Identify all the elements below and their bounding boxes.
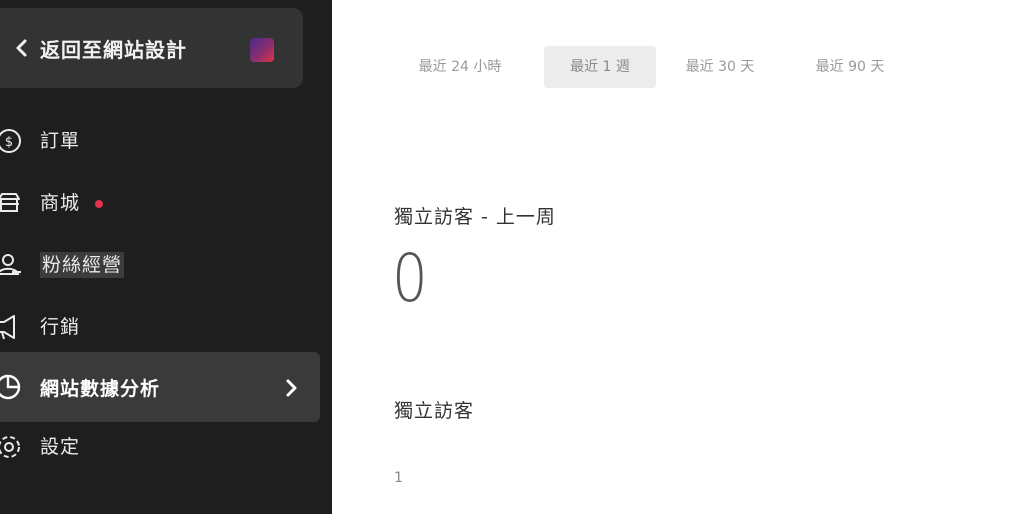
tab-last-24-hours[interactable]: 最近 24 小時 xyxy=(400,46,520,88)
sidebar-item-label: 行銷 xyxy=(40,316,81,338)
svg-text:$: $ xyxy=(5,135,13,150)
unique-visitors-previous-label: 獨立訪客 - 上一周 xyxy=(394,206,556,228)
date-range-tabs: 最近 24 小時 最近 1 週 最近 30 天 最近 90 天 xyxy=(332,46,1032,88)
sidebar-item-marketing[interactable]: 行銷 xyxy=(0,294,320,358)
sidebar-item-label: 粉絲經營 xyxy=(40,250,125,278)
sidebar-item-orders[interactable]: $ 訂單 xyxy=(0,108,320,172)
sidebar-item-label: 網站數據分析 xyxy=(40,378,161,400)
analytics-main: 最近 24 小時 最近 1 週 最近 30 天 最近 90 天 獨立訪客 - 上… xyxy=(332,0,1032,514)
back-to-site-design-button[interactable]: 返回至網站設計 xyxy=(0,8,303,88)
sidebar-item-label: 商城 xyxy=(40,192,81,214)
tab-last-30-days[interactable]: 最近 30 天 xyxy=(670,46,770,88)
sidebar-item-settings[interactable]: 設定 xyxy=(0,414,320,478)
sidebar-item-store[interactable]: 商城 xyxy=(0,170,320,234)
sidebar-item-label-text: 粉絲經營 xyxy=(40,252,125,278)
gear-icon xyxy=(0,436,20,458)
chevron-left-icon xyxy=(16,39,27,57)
notification-dot xyxy=(95,200,103,208)
user-group-icon xyxy=(0,254,21,275)
sidebar-item-fans[interactable]: 粉絲經營 xyxy=(0,232,320,296)
store-icon xyxy=(0,193,20,212)
megaphone-icon xyxy=(0,315,15,340)
tab-last-90-days[interactable]: 最近 90 天 xyxy=(800,46,900,88)
sidebar: 返回至網站設計 $ 訂單 商城 粉絲經營 行銷 網站數據分析 設定 xyxy=(0,0,332,514)
pie-chart-icon xyxy=(0,374,21,400)
unique-visitors-label: 獨立訪客 xyxy=(394,400,475,422)
back-label: 返回至網站設計 xyxy=(40,38,187,62)
unique-visitors-previous-value: 0 xyxy=(392,240,428,317)
sidebar-item-label: 設定 xyxy=(40,436,81,458)
chart-y-tick: 1 xyxy=(394,470,403,486)
chevron-right-icon xyxy=(286,379,297,397)
site-avatar[interactable] xyxy=(250,38,274,62)
sidebar-item-label: 訂單 xyxy=(40,130,81,152)
dollar-circle-icon: $ xyxy=(0,129,21,153)
sidebar-item-analytics[interactable]: 網站數據分析 xyxy=(0,352,320,422)
tab-last-week[interactable]: 最近 1 週 xyxy=(544,46,656,88)
